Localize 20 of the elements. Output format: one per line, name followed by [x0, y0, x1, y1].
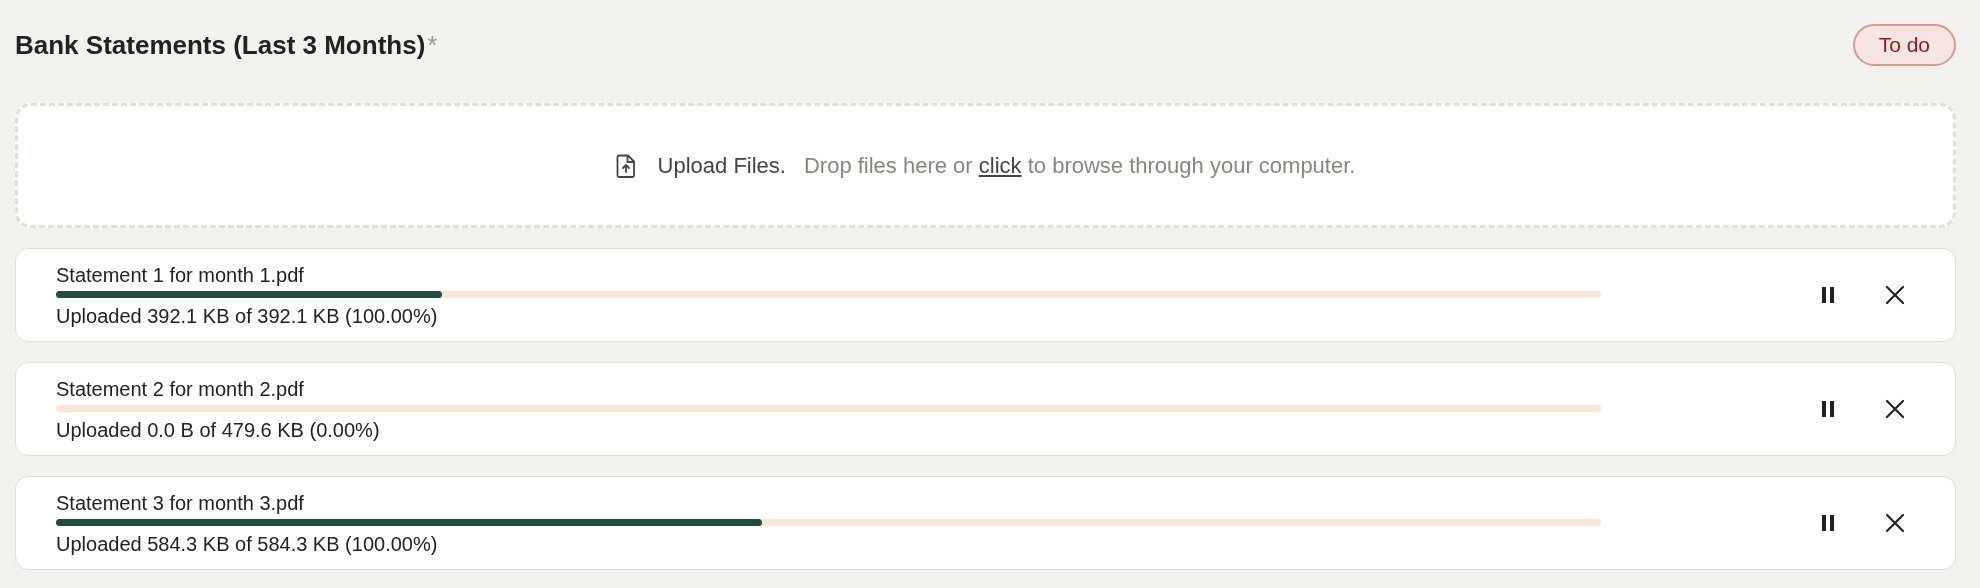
upload-status: Uploaded 0.0 B of 479.6 KB (0.00%)	[56, 417, 381, 443]
pause-icon	[1821, 400, 1835, 418]
file-name: Statement 1 for month 1.pdf	[56, 262, 305, 288]
required-mark: *	[427, 29, 438, 61]
status-badge: To do	[1852, 24, 1956, 66]
close-icon	[1885, 513, 1905, 533]
upload-label: Upload Files.	[657, 152, 786, 179]
upload-hint: Drop files here or click to browse through your computer.	[803, 152, 1356, 179]
upload-status: Uploaded 392.1 KB of 392.1 KB (100.00%)	[56, 303, 439, 329]
file-name: Statement 2 for month 2.pdf	[56, 376, 305, 402]
file-name: Statement 3 for month 3.pdf	[56, 490, 305, 516]
file-upload-icon	[615, 153, 636, 178]
close-icon	[1885, 399, 1905, 419]
pause-icon	[1821, 286, 1835, 304]
browse-link[interactable]: click	[978, 152, 1022, 178]
section-title: Bank Statements (Last 3 Months)	[15, 29, 426, 61]
upload-status: Uploaded 584.3 KB of 584.3 KB (100.00%)	[56, 531, 439, 557]
pause-icon	[1821, 514, 1835, 532]
close-icon	[1885, 285, 1905, 305]
drop-zone[interactable]: Upload Files. Drop files here or click to browse through your computer.	[15, 103, 1956, 228]
